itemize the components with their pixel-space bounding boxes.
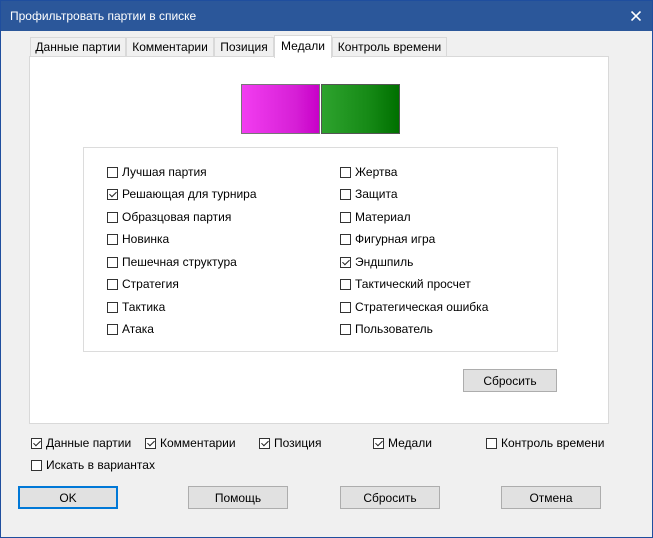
checkbox-box[interactable] <box>340 323 351 335</box>
medals-groupbox: Лучшая партия Решающая для турнира Образ… <box>83 147 558 352</box>
medal-label: Решающая для турнира <box>122 187 257 201</box>
tab-game-data[interactable]: Данные партии <box>30 37 126 56</box>
checkbox-box[interactable] <box>107 211 118 223</box>
medal-checkbox[interactable]: Решающая для турнира <box>107 186 257 202</box>
close-icon <box>631 11 641 21</box>
medal-label: Стратегия <box>122 277 179 291</box>
medal-checkbox[interactable]: Атака <box>107 321 154 337</box>
medal-checkbox[interactable]: Образцовая партия <box>107 209 231 225</box>
medal-checkbox[interactable]: Стратегическая ошибка <box>340 299 488 315</box>
medal-label: Тактический просчет <box>355 277 471 291</box>
filter-label: Медали <box>388 436 432 450</box>
medal-checkbox[interactable]: Стратегия <box>107 276 179 292</box>
checkbox-box[interactable] <box>107 323 118 335</box>
medal-label: Стратегическая ошибка <box>355 300 489 314</box>
dialog-title: Профильтровать партии в списке <box>10 9 197 23</box>
medal-label: Пользователь <box>355 322 433 336</box>
medal-label: Тактика <box>122 300 166 314</box>
medal-checkbox[interactable]: Новинка <box>107 231 169 247</box>
medal-checkbox[interactable]: Жертва <box>340 164 397 180</box>
dialog-titlebar: Профильтровать партии в списке <box>1 1 652 31</box>
help-button[interactable]: Помощь <box>188 486 288 509</box>
checkbox-box-checked[interactable] <box>107 188 118 200</box>
filter-label: Данные партии <box>46 436 132 450</box>
search-variations-checkbox[interactable]: Искать в вариантах <box>31 457 155 473</box>
medal-label: Образцовая партия <box>122 210 232 224</box>
medal-label: Новинка <box>122 232 170 246</box>
medal-label: Атака <box>122 322 154 336</box>
checkbox-box-checked[interactable] <box>259 437 270 449</box>
checkbox-box[interactable] <box>340 211 351 223</box>
filter-checkbox-position[interactable]: Позиция <box>259 435 321 451</box>
checkbox-box[interactable] <box>107 166 118 178</box>
medal-label: Материал <box>355 210 411 224</box>
checkbox-box-checked[interactable] <box>373 437 384 449</box>
checkbox-box[interactable] <box>340 301 351 313</box>
checkbox-box[interactable] <box>340 166 351 178</box>
filter-checkbox-time-control[interactable]: Контроль времени <box>486 435 604 451</box>
ok-button[interactable]: OK <box>18 486 118 509</box>
filter-checkbox-medals[interactable]: Медали <box>373 435 432 451</box>
checkbox-box-checked[interactable] <box>31 437 42 449</box>
checkbox-box[interactable] <box>340 278 351 290</box>
filter-checkbox-game-data[interactable]: Данные партии <box>31 435 131 451</box>
checkbox-box[interactable] <box>31 459 42 471</box>
medal-label: Жертва <box>355 165 398 179</box>
checkbox-box-checked[interactable] <box>145 437 156 449</box>
medal-checkbox[interactable]: Фигурная игра <box>340 231 435 247</box>
filter-dialog: Профильтровать партии в списке Данные па… <box>0 0 653 538</box>
filter-checkbox-comments[interactable]: Комментарии <box>145 435 236 451</box>
medal-checkbox[interactable]: Лучшая партия <box>107 164 207 180</box>
medal-checkbox[interactable]: Тактика <box>107 299 165 315</box>
filter-label: Контроль времени <box>501 436 605 450</box>
medal-label: Лучшая партия <box>122 165 207 179</box>
medal-color-swatch-magenta[interactable] <box>241 84 320 134</box>
cancel-button[interactable]: Отмена <box>501 486 601 509</box>
checkbox-box[interactable] <box>107 233 118 245</box>
checkbox-box[interactable] <box>340 233 351 245</box>
checkbox-box[interactable] <box>486 437 497 449</box>
medals-reset-button[interactable]: Сбросить <box>463 369 557 392</box>
checkbox-box[interactable] <box>107 278 118 290</box>
medal-label: Пешечная структура <box>122 255 237 269</box>
checkbox-box[interactable] <box>340 188 351 200</box>
tab-time-control[interactable]: Контроль времени <box>332 37 447 56</box>
close-button[interactable] <box>620 1 652 31</box>
medal-label: Защита <box>355 187 398 201</box>
medal-checkbox[interactable]: Пешечная структура <box>107 254 237 270</box>
medal-color-swatch-green[interactable] <box>321 84 400 134</box>
checkbox-box-checked[interactable] <box>340 256 351 268</box>
medal-checkbox[interactable]: Защита <box>340 186 398 202</box>
filter-label: Комментарии <box>160 436 236 450</box>
checkbox-box[interactable] <box>107 256 118 268</box>
medals-panel: Лучшая партия Решающая для турнира Образ… <box>29 56 609 424</box>
tab-medals[interactable]: Медали <box>274 35 332 58</box>
medal-label: Эндшпиль <box>355 255 414 269</box>
medal-checkbox[interactable]: Эндшпиль <box>340 254 413 270</box>
medal-label: Фигурная игра <box>355 232 436 246</box>
filter-label: Позиция <box>274 436 322 450</box>
search-variations-label: Искать в вариантах <box>46 458 155 472</box>
tab-position[interactable]: Позиция <box>214 37 274 56</box>
tab-comments[interactable]: Комментарии <box>126 37 214 56</box>
medal-checkbox[interactable]: Пользователь <box>340 321 433 337</box>
checkbox-box[interactable] <box>107 301 118 313</box>
medal-checkbox[interactable]: Материал <box>340 209 411 225</box>
medal-checkbox[interactable]: Тактический просчет <box>340 276 471 292</box>
reset-button[interactable]: Сбросить <box>340 486 440 509</box>
